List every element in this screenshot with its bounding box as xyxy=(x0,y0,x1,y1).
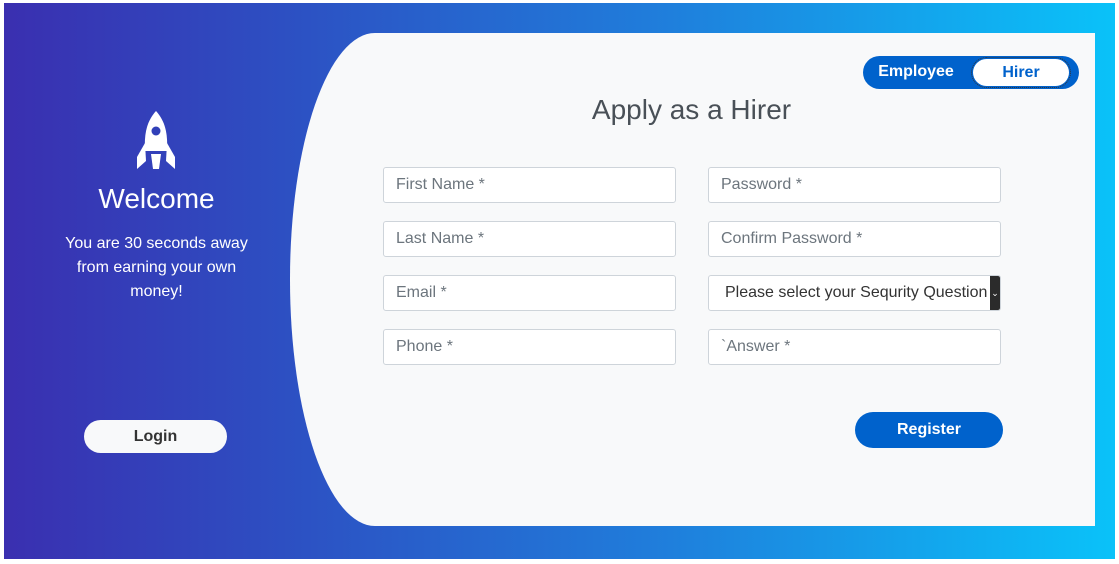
security-question-select[interactable]: Please select your Sequrity Question ⌄ xyxy=(708,275,1001,311)
confirm-password-field[interactable]: Confirm Password * xyxy=(708,221,1001,257)
toggle-hirer[interactable]: Hirer xyxy=(971,57,1071,88)
page-background: Welcome You are 30 seconds away from ear… xyxy=(4,3,1115,559)
email-field[interactable]: Email * xyxy=(383,275,676,311)
page-title: Apply as a Hirer xyxy=(591,94,792,125)
phone-field[interactable]: Phone * xyxy=(383,329,676,365)
login-button[interactable]: Login xyxy=(84,420,227,453)
welcome-tagline: You are 30 seconds away from earning you… xyxy=(65,235,248,300)
welcome-panel: Welcome You are 30 seconds away from ear… xyxy=(4,3,309,559)
rocket-icon xyxy=(137,111,175,169)
security-question-value: Please select your Sequrity Question xyxy=(725,284,988,301)
chevron-down-icon[interactable]: ⌄ xyxy=(990,276,1000,310)
answer-field[interactable]: `Answer * xyxy=(708,329,1001,365)
role-toggle: Employee Hirer xyxy=(863,56,1079,89)
password-field[interactable]: Password * xyxy=(708,167,1001,203)
toggle-employee[interactable]: Employee xyxy=(863,56,969,89)
welcome-heading: Welcome xyxy=(98,183,215,214)
register-button[interactable]: Register xyxy=(855,412,1003,448)
last-name-field[interactable]: Last Name * xyxy=(383,221,676,257)
first-name-field[interactable]: First Name * xyxy=(383,167,676,203)
